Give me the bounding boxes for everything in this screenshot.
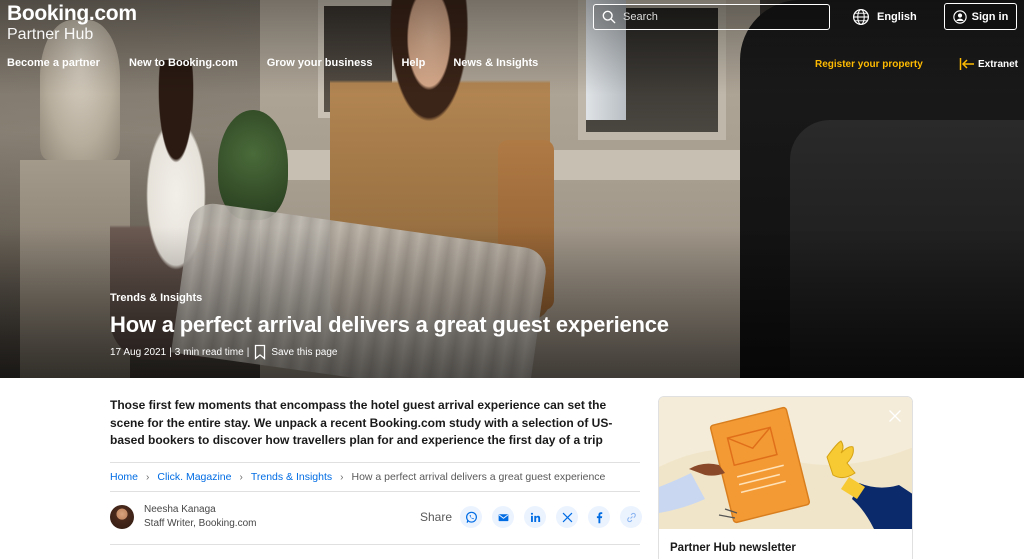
meta-separator: |	[169, 346, 172, 358]
hero-category[interactable]: Trends & Insights	[110, 292, 202, 304]
breadcrumb-trends-insights[interactable]: Trends & Insights	[251, 471, 332, 483]
nav-help[interactable]: Help	[401, 57, 425, 69]
read-time: 3 min read time	[174, 346, 244, 358]
user-icon	[952, 9, 967, 24]
brand-name: Booking.com	[7, 2, 137, 25]
chevron-right-icon: ›	[146, 471, 150, 483]
breadcrumb-current: How a perfect arrival delivers a great g…	[351, 471, 606, 483]
share-facebook-button[interactable]	[588, 506, 611, 528]
nav-news-insights[interactable]: News & Insights	[453, 57, 538, 69]
breadcrumb: Home › Click. Magazine › Trends & Insigh…	[110, 462, 640, 492]
page-title: How a perfect arrival delivers a great g…	[110, 312, 669, 337]
email-icon	[498, 513, 508, 521]
facebook-icon	[596, 511, 602, 523]
language-label: English	[877, 11, 917, 23]
language-selector[interactable]: English	[852, 8, 917, 26]
nav-become-partner[interactable]: Become a partner	[7, 57, 100, 69]
breadcrumb-home[interactable]: Home	[110, 471, 138, 483]
article-meta: 17 Aug 2021 | 3 min read time | Save thi…	[110, 344, 337, 360]
search-icon	[602, 10, 616, 24]
newsletter-card[interactable]: Partner Hub newsletter	[658, 396, 913, 559]
extranet-label: Extranet	[978, 58, 1019, 70]
newsletter-illustration	[659, 397, 912, 529]
site-logo[interactable]: Booking.com Partner Hub	[7, 2, 137, 44]
globe-icon	[852, 8, 870, 26]
save-page-link[interactable]: Save this page	[271, 347, 337, 358]
nav-grow-business[interactable]: Grow your business	[267, 57, 373, 69]
share-x-button[interactable]	[556, 506, 579, 528]
register-property-link[interactable]: Register your property	[815, 59, 923, 70]
share-whatsapp-button[interactable]	[460, 506, 483, 528]
author-role: Staff Writer, Booking.com	[144, 518, 257, 529]
share-label: Share	[420, 510, 453, 524]
author-block: Neesha Kanaga Staff Writer, Booking.com	[110, 503, 256, 531]
article-lead: Those first few moments that encompass t…	[110, 398, 613, 447]
linkedin-icon	[530, 512, 540, 522]
link-icon	[626, 512, 636, 522]
share-linkedin-button[interactable]	[524, 506, 547, 528]
breadcrumb-click-magazine[interactable]: Click. Magazine	[157, 471, 231, 483]
arrow-left-icon	[959, 58, 974, 70]
sign-in-button[interactable]: Sign in	[944, 3, 1017, 30]
chevron-right-icon: ›	[340, 471, 344, 483]
publish-date: 17 Aug 2021	[110, 346, 167, 358]
whatsapp-icon	[465, 511, 477, 523]
share-email-button[interactable]	[492, 506, 515, 528]
share-bar: Share	[420, 506, 652, 528]
author-name: Neesha Kanaga	[144, 504, 216, 515]
close-icon[interactable]	[888, 409, 902, 423]
nav-new-to-booking[interactable]: New to Booking.com	[129, 57, 238, 69]
main-nav: Become a partner New to Booking.com Grow…	[7, 57, 538, 69]
chevron-right-icon: ›	[239, 471, 243, 483]
bookmark-icon[interactable]	[254, 344, 266, 360]
extranet-link[interactable]: Extranet	[959, 57, 1018, 71]
share-link-button[interactable]	[620, 506, 643, 528]
divider	[110, 544, 640, 545]
newsletter-title: Partner Hub newsletter	[670, 542, 796, 554]
meta-separator-2: |	[246, 346, 250, 358]
avatar	[110, 505, 134, 529]
sub-brand: Partner Hub	[7, 26, 94, 43]
search-box[interactable]	[593, 4, 830, 30]
sign-in-label: Sign in	[971, 10, 1009, 23]
search-input[interactable]	[623, 11, 813, 23]
x-icon	[562, 512, 572, 522]
